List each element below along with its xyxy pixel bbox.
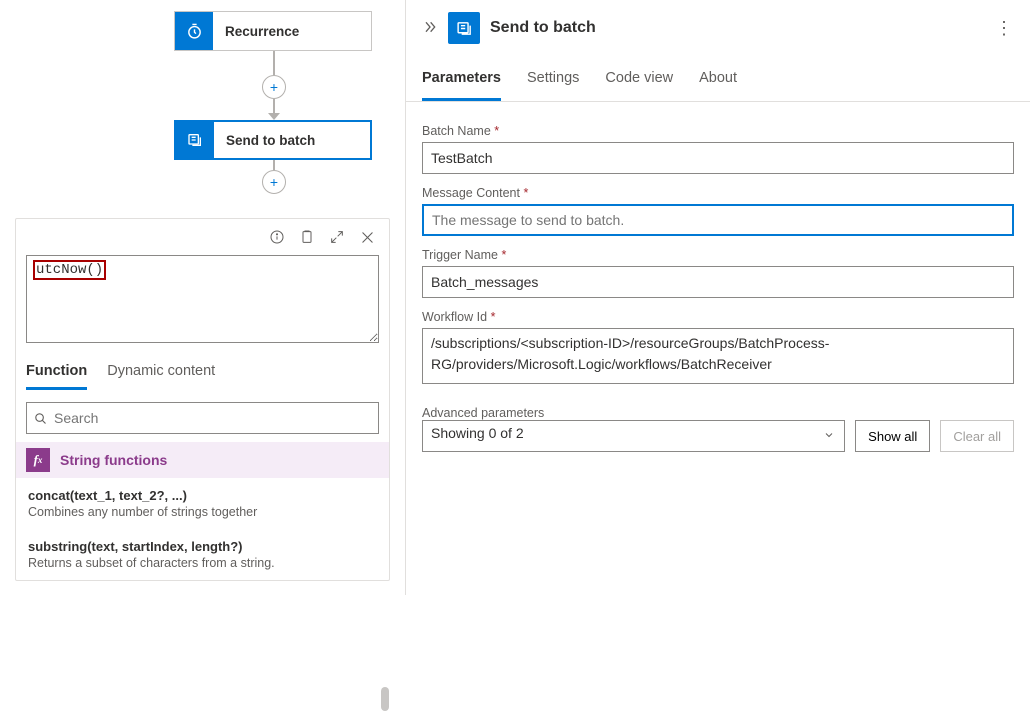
arrow-down-icon [268, 113, 280, 120]
tab-code-view[interactable]: Code view [605, 66, 673, 101]
left-pane: Recurrence + Send to batch + [0, 0, 405, 595]
connector [273, 160, 275, 170]
search-row [16, 390, 389, 442]
collapse-chevrons-icon[interactable] [422, 19, 438, 38]
function-item-substring[interactable]: substring(text, startIndex, length?) Ret… [16, 529, 389, 580]
label-message-content: Message Content * [422, 186, 1014, 200]
batch-icon [176, 122, 214, 158]
search-box[interactable] [26, 402, 379, 434]
tab-function[interactable]: Function [26, 357, 87, 390]
advanced-parameters-select[interactable]: Showing 0 of 2 [422, 420, 845, 452]
search-icon [33, 411, 48, 426]
more-options-icon[interactable]: ⋮ [995, 18, 1014, 39]
connector [273, 51, 275, 75]
right-header: Send to batch ⋮ [406, 0, 1030, 56]
search-input[interactable] [54, 410, 372, 426]
info-icon[interactable] [265, 225, 289, 249]
label-trigger-name: Trigger Name * [422, 248, 1014, 262]
expand-icon[interactable] [325, 225, 349, 249]
node-label: Recurrence [213, 24, 299, 39]
fx-icon: fx [26, 448, 50, 472]
node-recurrence[interactable]: Recurrence [174, 11, 372, 51]
expression-panel: utcNow() Function Dynamic content fx Str… [15, 218, 390, 581]
expression-value: utcNow() [33, 260, 106, 280]
workflow-canvas: Recurrence + Send to batch + [0, 0, 405, 210]
batch-icon [448, 12, 480, 44]
category-string-functions[interactable]: fx String functions [16, 442, 389, 478]
tab-parameters[interactable]: Parameters [422, 66, 501, 101]
workflow-id-input[interactable] [422, 328, 1014, 384]
parameters-form: Batch Name * Message Content * Trigger N… [406, 102, 1030, 466]
label-workflow-id: Workflow Id * [422, 310, 1014, 324]
message-content-input[interactable] [422, 204, 1014, 236]
tab-dynamic-content[interactable]: Dynamic content [107, 357, 215, 390]
connector [273, 99, 275, 113]
function-desc: Combines any number of strings together [28, 505, 377, 519]
add-step-button[interactable]: + [262, 75, 286, 99]
function-desc: Returns a subset of characters from a st… [28, 556, 377, 570]
label-batch-name: Batch Name * [422, 124, 1014, 138]
right-tabs: Parameters Settings Code view About [406, 56, 1030, 102]
paste-icon[interactable] [295, 225, 319, 249]
close-icon[interactable] [355, 225, 379, 249]
add-step-button[interactable]: + [262, 170, 286, 194]
advanced-parameters-row: Advanced parameters Showing 0 of 2 Show … [422, 406, 1014, 452]
clock-icon [175, 12, 213, 50]
node-label: Send to batch [214, 133, 315, 148]
clear-all-button: Clear all [940, 420, 1014, 452]
panel-title: Send to batch [490, 19, 596, 37]
show-all-button[interactable]: Show all [855, 420, 930, 452]
trigger-name-input[interactable] [422, 266, 1014, 298]
function-name: concat(text_1, text_2?, ...) [28, 488, 377, 503]
batch-name-input[interactable] [422, 142, 1014, 174]
expression-textarea[interactable]: utcNow() [26, 255, 379, 343]
expression-toolbar [16, 219, 389, 255]
expression-tabs: Function Dynamic content [16, 353, 389, 390]
scrollbar-thumb[interactable] [381, 687, 389, 711]
right-pane: Send to batch ⋮ Parameters Settings Code… [405, 0, 1030, 595]
function-name: substring(text, startIndex, length?) [28, 539, 377, 554]
tab-about[interactable]: About [699, 66, 737, 101]
category-label: String functions [60, 452, 167, 468]
function-item-concat[interactable]: concat(text_1, text_2?, ...) Combines an… [16, 478, 389, 529]
label-advanced-parameters: Advanced parameters [422, 406, 845, 420]
node-send-to-batch[interactable]: Send to batch [174, 120, 372, 160]
tab-settings[interactable]: Settings [527, 66, 579, 101]
